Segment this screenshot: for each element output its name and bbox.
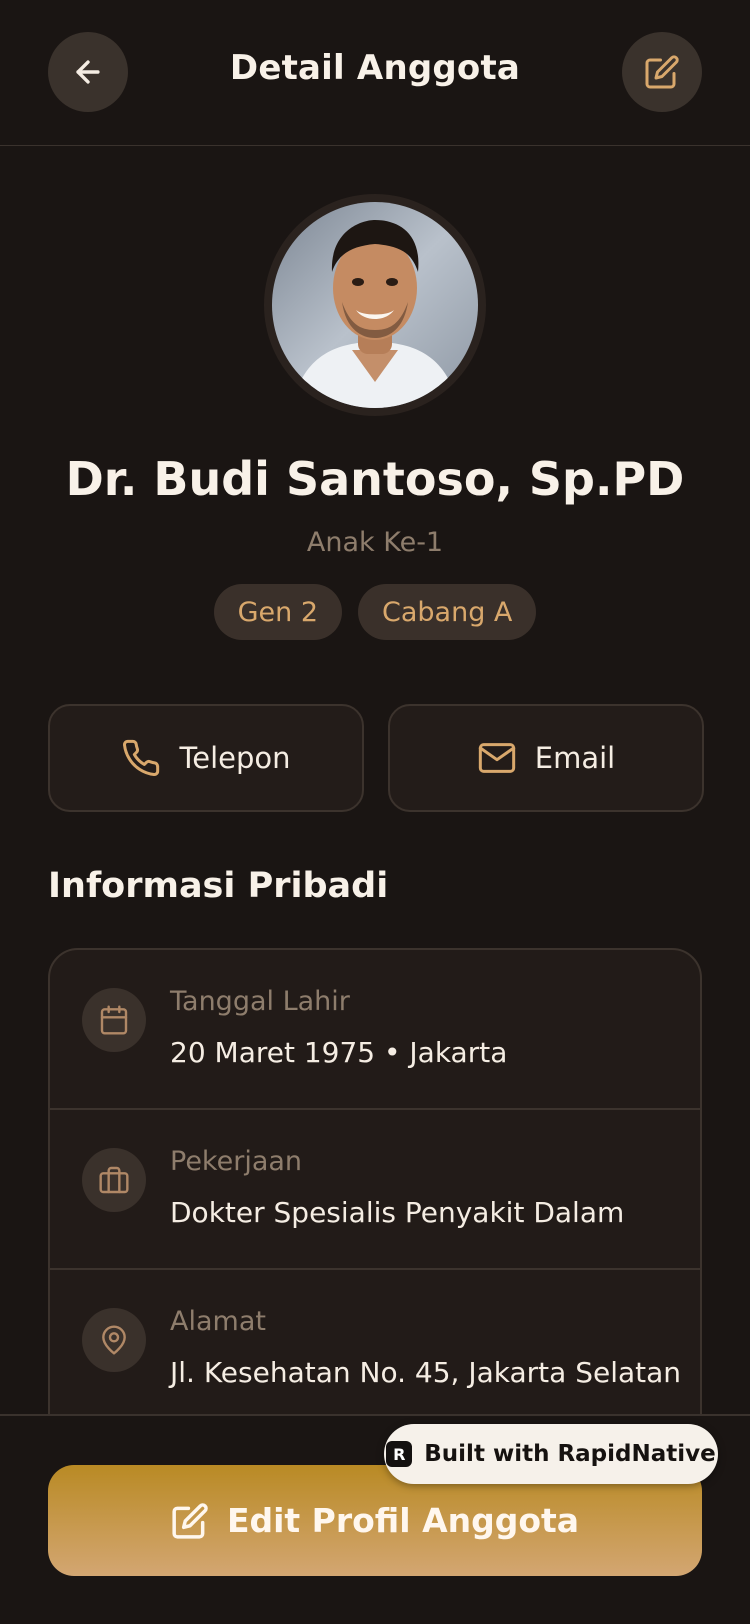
- member-detail-screen: Detail Anggota Dr. Budi Santoso, Sp.PD A…: [0, 0, 750, 1624]
- calendar-icon: [82, 988, 146, 1052]
- info-label: Tanggal Lahir: [170, 986, 350, 1017]
- badge-label: Built with RapidNative: [424, 1441, 716, 1467]
- edit-profile-button-label: Edit Profil Anggota: [226, 1501, 580, 1540]
- info-row-address: Alamat Jl. Kesehatan No. 45, Jakarta Sel…: [50, 1270, 700, 1430]
- member-name: Dr. Budi Santoso, Sp.PD: [65, 452, 685, 506]
- avatar[interactable]: [272, 202, 478, 408]
- info-label: Pekerjaan: [170, 1146, 303, 1177]
- header: Detail Anggota: [0, 0, 750, 146]
- edit-header-button[interactable]: [622, 32, 702, 112]
- personal-info-card: Tanggal Lahir 20 Maret 1975 • Jakarta Pe…: [48, 948, 702, 1468]
- call-button-label: Telepon: [179, 741, 291, 775]
- map-pin-icon: [82, 1308, 146, 1372]
- avatar-photo: [272, 202, 478, 408]
- phone-icon: [123, 739, 160, 776]
- edit-icon: [172, 1502, 208, 1539]
- info-row-job: Pekerjaan Dokter Spesialis Penyakit Dala…: [50, 1110, 700, 1270]
- call-button[interactable]: Telepon: [48, 704, 364, 812]
- rapidnative-badge[interactable]: R Built with RapidNative: [384, 1424, 718, 1484]
- briefcase-icon: [82, 1148, 146, 1212]
- info-value: 20 Maret 1975 • Jakarta: [170, 1036, 508, 1069]
- mail-icon: [478, 743, 515, 773]
- generation-chip: Gen 2: [213, 584, 343, 640]
- email-button-label: Email: [534, 741, 616, 775]
- email-button[interactable]: Email: [388, 704, 704, 812]
- section-title: Informasi Pribadi: [48, 866, 389, 906]
- rapidnative-logo-icon: R: [386, 1441, 413, 1467]
- tag-list: Gen 2 Cabang A: [0, 584, 750, 640]
- branch-chip: Cabang A: [358, 584, 537, 640]
- info-row-birth: Tanggal Lahir 20 Maret 1975 • Jakarta: [50, 950, 700, 1110]
- info-value: Jl. Kesehatan No. 45, Jakarta Selatan: [170, 1356, 682, 1389]
- info-value: Dokter Spesialis Penyakit Dalam: [170, 1196, 625, 1229]
- member-relation: Anak Ke-1: [306, 527, 444, 558]
- edit-icon: [645, 55, 679, 89]
- info-label: Alamat: [170, 1306, 266, 1337]
- avatar-ring: [264, 194, 486, 416]
